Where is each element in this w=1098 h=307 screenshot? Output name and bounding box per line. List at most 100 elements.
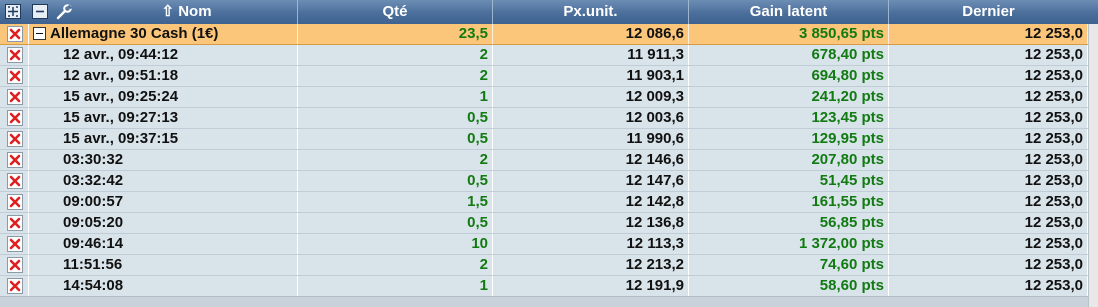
column-divider: [28, 276, 29, 296]
delete-x-icon[interactable]: [7, 47, 23, 63]
column-divider: [28, 108, 29, 128]
cell-gain: 51,45 pts: [689, 171, 889, 191]
cell-qty: 0,5: [298, 213, 493, 233]
column-divider: [28, 171, 29, 191]
cell-qty: 1: [298, 276, 493, 296]
cell-qty: 0,5: [298, 129, 493, 149]
column-header-px-unit[interactable]: Px.unit.: [493, 0, 689, 24]
column-header-qte[interactable]: Qté: [298, 0, 493, 24]
collapse-toggle-icon[interactable]: [33, 27, 46, 40]
delete-x-icon[interactable]: [7, 68, 23, 84]
column-divider: [28, 255, 29, 275]
table-row[interactable]: 14:54:08 1 12 191,9 58,60 pts 12 253,0: [0, 276, 1088, 297]
cell-qty: 1: [298, 87, 493, 107]
cell-gain: 123,45 pts: [689, 108, 889, 128]
collapse-all-icon[interactable]: [32, 4, 48, 19]
delete-x-icon[interactable]: [7, 26, 23, 42]
cell-last: 12 253,0: [889, 24, 1088, 44]
column-divider: [28, 213, 29, 233]
column-divider: [28, 234, 29, 254]
delete-x-icon[interactable]: [7, 173, 23, 189]
cell-gain: 678,40 pts: [689, 45, 889, 65]
cell-gain: 58,60 pts: [689, 276, 889, 296]
trade-time: 09:05:20: [63, 213, 298, 233]
trade-time: 11:51:56: [63, 255, 298, 275]
cell-gain: 74,60 pts: [689, 255, 889, 275]
cell-last: 12 253,0: [889, 66, 1088, 86]
cell-unit-price: 12 213,2: [493, 255, 689, 275]
cell-last: 12 253,0: [889, 213, 1088, 233]
cell-last: 12 253,0: [889, 129, 1088, 149]
cell-qty: 10: [298, 234, 493, 254]
table-row[interactable]: 03:30:32 2 12 146,6 207,80 pts 12 253,0: [0, 150, 1088, 171]
column-divider: [28, 45, 29, 65]
table-row[interactable]: 15 avr., 09:37:15 0,5 11 990,6 129,95 pts 12…: [0, 129, 1088, 150]
cell-unit-price: 12 142,8: [493, 192, 689, 212]
table-row[interactable]: 12 avr., 09:44:12 2 11 911,3 678,40 pts 12 2…: [0, 45, 1088, 66]
cell-qty: 2: [298, 255, 493, 275]
table-row[interactable]: 09:46:14 10 12 113,3 1 372,00 pts 12 253,0: [0, 234, 1088, 255]
cell-qty: 1,5: [298, 192, 493, 212]
instrument-name: Allemagne 30 Cash (1€): [50, 24, 298, 44]
cell-unit-price: 12 003,6: [493, 108, 689, 128]
column-header-bar: ⇧ Nom Qté Px.unit. Gain latent Dernier: [0, 0, 1098, 25]
delete-x-icon[interactable]: [7, 89, 23, 105]
cell-last: 12 253,0: [889, 171, 1088, 191]
column-header-gain-latent[interactable]: Gain latent: [689, 0, 889, 24]
table-row[interactable]: 03:32:42 0,5 12 147,6 51,45 pts 12 253,0: [0, 171, 1088, 192]
trade-time: 12 avr., 09:44:12: [63, 45, 298, 65]
trade-time: 15 avr., 09:27:13: [63, 108, 298, 128]
trade-time: 09:46:14: [63, 234, 298, 254]
positions-grid: ⇧ Nom Qté Px.unit. Gain latent Dernier A…: [0, 0, 1098, 307]
cell-last: 12 253,0: [889, 87, 1088, 107]
column-divider: [28, 129, 29, 149]
position-group-row[interactable]: Allemagne 30 Cash (1€) 23,5 12 086,6 3 850,…: [0, 24, 1088, 45]
cell-gain: 1 372,00 pts: [689, 234, 889, 254]
trade-time: 03:32:42: [63, 171, 298, 191]
delete-x-icon[interactable]: [7, 236, 23, 252]
trade-time: 15 avr., 09:25:24: [63, 87, 298, 107]
delete-x-icon[interactable]: [7, 215, 23, 231]
trade-time: 03:30:32: [63, 150, 298, 170]
horizontal-scrollbar[interactable]: [0, 296, 1088, 307]
cell-unit-price: 11 990,6: [493, 129, 689, 149]
cell-unit-price: 12 009,3: [493, 87, 689, 107]
table-row[interactable]: 15 avr., 09:27:13 0,5 12 003,6 123,45 pts 12…: [0, 108, 1088, 129]
delete-x-icon[interactable]: [7, 110, 23, 126]
cell-last: 12 253,0: [889, 276, 1088, 296]
cell-last: 12 253,0: [889, 192, 1088, 212]
column-divider: [28, 150, 29, 170]
cell-unit-price: 12 086,6: [493, 24, 689, 44]
cell-gain: 241,20 pts: [689, 87, 889, 107]
vertical-scrollbar[interactable]: [1088, 24, 1098, 307]
cell-last: 12 253,0: [889, 108, 1088, 128]
delete-x-icon[interactable]: [7, 278, 23, 294]
cell-last: 12 253,0: [889, 45, 1088, 65]
column-header-dernier[interactable]: Dernier: [889, 0, 1088, 24]
cell-gain: 694,80 pts: [689, 66, 889, 86]
trade-time: 09:00:57: [63, 192, 298, 212]
cell-qty: 0,5: [298, 108, 493, 128]
column-header-nom[interactable]: ⇧ Nom: [76, 0, 298, 24]
cell-unit-price: 12 113,3: [493, 234, 689, 254]
cell-gain: 3 850,65 pts: [689, 24, 889, 44]
expand-all-icon[interactable]: [5, 4, 21, 19]
delete-x-icon[interactable]: [7, 194, 23, 210]
cell-unit-price: 12 147,6: [493, 171, 689, 191]
table-row[interactable]: 15 avr., 09:25:24 1 12 009,3 241,20 pts 12 2…: [0, 87, 1088, 108]
trade-time: 14:54:08: [63, 276, 298, 296]
cell-unit-price: 11 903,1: [493, 66, 689, 86]
wrench-icon[interactable]: [56, 4, 73, 20]
table-row[interactable]: 12 avr., 09:51:18 2 11 903,1 694,80 pts 12 2…: [0, 66, 1088, 87]
table-row[interactable]: 09:00:57 1,5 12 142,8 161,55 pts 12 253,0: [0, 192, 1088, 213]
cell-qty: 2: [298, 45, 493, 65]
cell-qty: 23,5: [298, 24, 493, 44]
delete-x-icon[interactable]: [7, 152, 23, 168]
table-row[interactable]: 11:51:56 2 12 213,2 74,60 pts 12 253,0: [0, 255, 1088, 276]
column-divider: [28, 66, 29, 86]
cell-last: 12 253,0: [889, 234, 1088, 254]
delete-x-icon[interactable]: [7, 257, 23, 273]
table-row[interactable]: 09:05:20 0,5 12 136,8 56,85 pts 12 253,0: [0, 213, 1088, 234]
delete-x-icon[interactable]: [7, 131, 23, 147]
cell-gain: 207,80 pts: [689, 150, 889, 170]
